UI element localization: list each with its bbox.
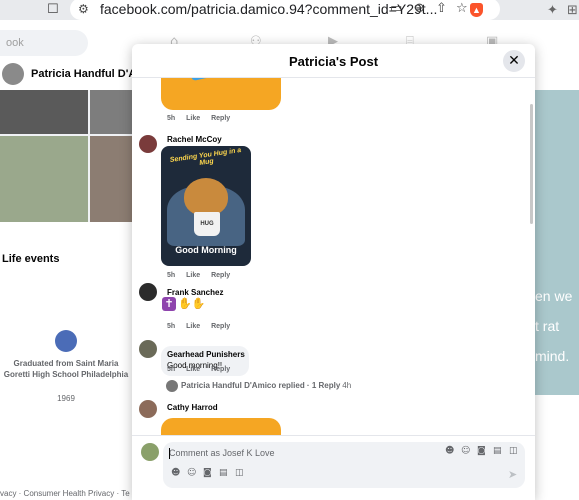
like-button[interactable]: Like	[186, 115, 200, 122]
sticker-icon[interactable]: ◫	[235, 468, 244, 478]
bookmark-icon[interactable]: ☐	[47, 2, 61, 17]
comment-actions: 5h Like Reply	[167, 115, 239, 122]
comment-input[interactable]	[169, 446, 429, 460]
comment-actions: 5h Like Reply	[167, 323, 239, 330]
photo-thumbnail[interactable]	[90, 90, 132, 134]
praying-hands-icon: ✋✋	[178, 297, 206, 310]
background-image-text: mind.	[535, 348, 570, 364]
reply-time: 4h	[342, 381, 352, 391]
background-image-text: en we	[535, 288, 573, 304]
browser-toolbar: ☐ ⚙ facebook.com/patricia.damico.94?comm…	[0, 0, 579, 20]
comment-sticker[interactable]	[161, 78, 281, 110]
comment-box: ☻ ☺ ◙ ▤ ◫ ☻ ☺ ◙ ▤ ◫ ➤	[163, 442, 525, 488]
commenter-name[interactable]: Gearhead Punishers	[167, 350, 245, 359]
current-user-avatar	[141, 443, 159, 461]
modal-header: Patricia's Post ✕	[132, 44, 535, 78]
text-caret	[169, 448, 170, 459]
graduated-text[interactable]: Graduated from Saint Maria Goretti High …	[0, 358, 132, 380]
background-panel	[535, 395, 579, 500]
commenter-avatar[interactable]	[139, 400, 157, 418]
avatar-sticker-icon[interactable]: ☻	[445, 446, 454, 456]
reply-summary[interactable]: Patricia Handful D'Amico replied · 1 Rep…	[181, 381, 340, 390]
site-settings-icon[interactable]: ⚙	[78, 2, 89, 16]
reply-button[interactable]: Reply	[211, 323, 230, 330]
comments-feed: 5h Like Reply Rachel McCoy Sending You H…	[132, 78, 535, 435]
extension-icon[interactable]: ✦	[547, 3, 558, 18]
graduation-icon	[55, 330, 77, 352]
reply-button[interactable]: Reply	[211, 272, 230, 279]
commenter-name[interactable]: Cathy Harrod	[167, 403, 218, 412]
star-icon[interactable]: ☆	[456, 1, 468, 16]
avatar-sticker-icon[interactable]: ☻	[171, 468, 180, 478]
post-modal: Patricia's Post ✕ 5h Like Reply Rachel M…	[132, 44, 535, 500]
gif-caption: Sending You Hug in a Mug	[169, 147, 242, 167]
comment-time[interactable]: 5h	[167, 272, 175, 279]
gif-footer: Good Morning	[175, 245, 237, 255]
scrollbar[interactable]	[530, 104, 533, 224]
photo-thumbnail[interactable]	[90, 136, 132, 222]
camera-icon[interactable]: ◙	[203, 468, 212, 478]
modal-title: Patricia's Post	[288, 54, 379, 69]
profile-avatar[interactable]	[2, 63, 24, 85]
comment-actions: 5h Like Reply	[167, 272, 239, 279]
cast-icon[interactable]: ▭	[390, 1, 402, 16]
reply-button[interactable]: Reply	[211, 115, 230, 122]
emoji-comment: ✝ ✋✋	[162, 296, 205, 312]
comment-time[interactable]: 5h	[167, 323, 175, 330]
comment-time[interactable]: 5h	[167, 366, 175, 373]
like-button[interactable]: Like	[186, 366, 200, 373]
graduated-year: 1969	[57, 394, 75, 403]
send-icon[interactable]: ➤	[508, 468, 517, 481]
url-text[interactable]: facebook.com/patricia.damico.94?comment_…	[100, 1, 437, 17]
like-button[interactable]: Like	[186, 272, 200, 279]
comment-composer: ☻ ☺ ◙ ▤ ◫ ☻ ☺ ◙ ▤ ◫ ➤	[132, 435, 535, 500]
commenter-avatar[interactable]	[139, 340, 157, 358]
address-bar[interactable]: ⚙ facebook.com/patricia.damico.94?commen…	[70, 0, 500, 20]
comment-gif[interactable]: Sending You Hug in a Mug HUG Good Mornin…	[161, 146, 251, 266]
like-button[interactable]: Like	[186, 323, 200, 330]
zoom-icon[interactable]: ⊖	[414, 1, 425, 16]
gif-mug-text: HUG	[194, 212, 220, 236]
view-replies-link[interactable]: Patricia Handful D'Amico replied · 1 Rep…	[166, 380, 351, 392]
commenter-name[interactable]: Rachel McCoy	[167, 135, 222, 144]
emoji-icon[interactable]: ☺	[461, 446, 470, 456]
share-icon[interactable]: ⇧	[436, 1, 447, 16]
comment-time[interactable]: 5h	[167, 115, 175, 122]
background-post-image: en we t rat mind.	[535, 90, 579, 395]
facebook-search-input[interactable]: ook	[0, 30, 88, 56]
gif-icon[interactable]: ▤	[219, 468, 228, 478]
close-icon[interactable]: ✕	[503, 50, 525, 72]
commenter-avatar[interactable]	[139, 283, 157, 301]
comment-sticker[interactable]	[161, 418, 281, 435]
photo-thumbnail[interactable]	[0, 90, 88, 134]
reply-button[interactable]: Reply	[211, 366, 230, 373]
life-events-title: Life events	[2, 253, 60, 265]
brave-shield-icon[interactable]: ▲	[470, 3, 483, 17]
commenter-avatar[interactable]	[139, 135, 157, 153]
photo-grid	[0, 90, 132, 222]
gif-icon[interactable]: ▤	[493, 446, 502, 456]
sticker-icon[interactable]: ◫	[509, 446, 518, 456]
extensions-menu-icon[interactable]: ⊞	[567, 3, 578, 18]
camera-icon[interactable]: ◙	[477, 446, 486, 456]
emoji-icon[interactable]: ☺	[187, 468, 196, 478]
photo-thumbnail[interactable]	[0, 136, 88, 222]
footer-links[interactable]: vacy · Consumer Health Privacy · Te	[0, 489, 130, 498]
comment-actions: 5h Like Reply	[167, 366, 239, 373]
replier-avatar	[166, 380, 178, 392]
cross-emoji-icon: ✝	[162, 296, 176, 311]
background-image-text: t rat	[535, 318, 560, 334]
